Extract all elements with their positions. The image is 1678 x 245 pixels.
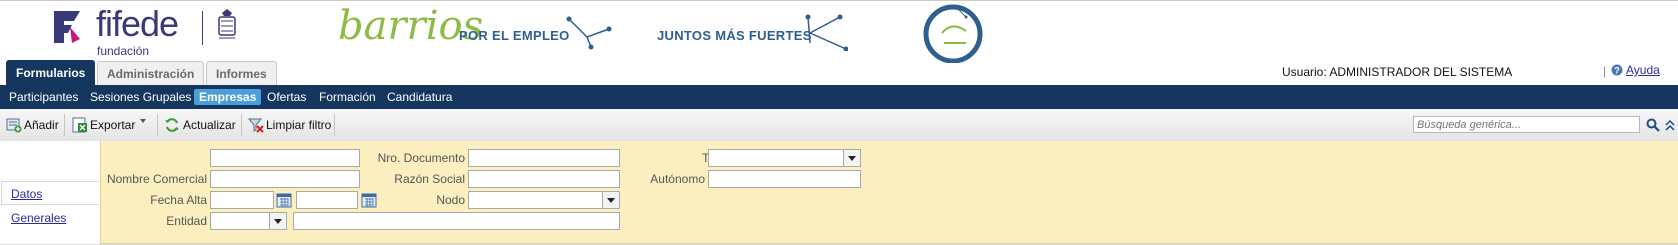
module-nav: Participantes Sesiones Grupales Empresas… (0, 85, 1678, 109)
campaign-juntos-mas-fuertes: JUNTOS MÁS FUERTES (657, 28, 812, 43)
general-data-link[interactable]: Datos Generales (1, 181, 99, 225)
nro-documento-input[interactable] (468, 149, 620, 167)
nav-empresas[interactable]: Empresas (194, 89, 262, 105)
razon-social-label: Razón Social (394, 172, 465, 186)
search-icon[interactable] (1646, 118, 1660, 132)
network-graphic-icon (566, 16, 612, 50)
tab-formularios[interactable]: Formularios (6, 60, 96, 86)
nav-formacion[interactable]: Formación (316, 89, 379, 105)
generic-search-input[interactable] (1413, 116, 1640, 133)
toolbar-divider (334, 114, 335, 136)
toolbar-divider (157, 114, 158, 136)
entidad-label: Entidad (166, 214, 207, 228)
nav-candidatura[interactable]: Candidatura (384, 89, 455, 105)
svg-text:?: ? (1614, 66, 1620, 76)
autonomo-input[interactable] (708, 170, 861, 188)
refresh-button[interactable]: Actualizar (183, 117, 236, 133)
user-info: Usuario: ADMINISTRADOR DEL SISTEMA (1282, 65, 1513, 79)
chevron-down-icon[interactable] (602, 192, 619, 208)
clear-filter-icon[interactable] (248, 117, 264, 133)
tab-informes[interactable]: Informes (206, 61, 277, 85)
logo-subtitle: fundación (97, 44, 150, 58)
calendar-icon[interactable] (276, 192, 292, 208)
toolbar-divider (241, 114, 242, 136)
razon-social-input[interactable] (468, 170, 620, 188)
add-record-icon[interactable] (6, 117, 22, 133)
nombre-comercial-input[interactable] (210, 170, 360, 188)
fifede-logo-icon (54, 11, 80, 43)
header: fifede fundación barrios POR EL EMPLEO J… (0, 0, 1678, 86)
help-divider: | (1603, 64, 1607, 78)
nodo-label: Nodo (436, 193, 465, 207)
network-graphic-icon (805, 14, 848, 51)
refresh-icon[interactable] (164, 117, 180, 133)
collapse-icon[interactable] (1664, 118, 1676, 132)
logo-name: fifede (96, 3, 179, 44)
barrios-circle-logo-icon (923, 4, 983, 63)
nro-documento-label: Nro. Documento (377, 151, 465, 165)
export-button[interactable]: Exportar (90, 117, 135, 133)
clear-filter-button[interactable]: Limpiar filtro (266, 117, 331, 133)
chevron-down-icon[interactable] (269, 213, 286, 229)
add-button[interactable]: Añadir (24, 117, 59, 133)
entidad-select[interactable] (210, 212, 287, 230)
tipo-select[interactable] (708, 149, 861, 167)
toolbar-divider (64, 114, 65, 136)
logo-divider (202, 11, 203, 45)
tab-administracion[interactable]: Administración (97, 61, 205, 85)
entidad-text-input[interactable] (293, 212, 620, 230)
chevron-down-icon[interactable] (843, 150, 860, 166)
export-dropdown-arrow-icon[interactable] (140, 119, 146, 123)
campaign-por-el-empleo: POR EL EMPLEO (459, 28, 570, 43)
fecha-alta-label: Fecha Alta (150, 193, 207, 207)
nodo-select[interactable] (468, 191, 620, 209)
nav-ofertas[interactable]: Ofertas (264, 89, 309, 105)
help-link[interactable]: Ayuda (1626, 63, 1660, 77)
nav-participantes[interactable]: Participantes (6, 89, 81, 105)
help-icon: ? (1611, 64, 1623, 76)
fecha-alta-from-input[interactable] (210, 191, 274, 209)
cabildo-crest-icon (218, 9, 236, 39)
nav-sesiones-grupales[interactable]: Sesiones Grupales (87, 89, 194, 105)
filter-panel: Código Nombre Comercial Fecha Alta Entid… (100, 141, 1678, 244)
export-excel-icon[interactable] (72, 117, 88, 133)
autonomo-label: Autónomo (650, 172, 705, 186)
codigo-input[interactable] (210, 149, 360, 167)
nombre-comercial-label: Nombre Comercial (106, 172, 207, 186)
